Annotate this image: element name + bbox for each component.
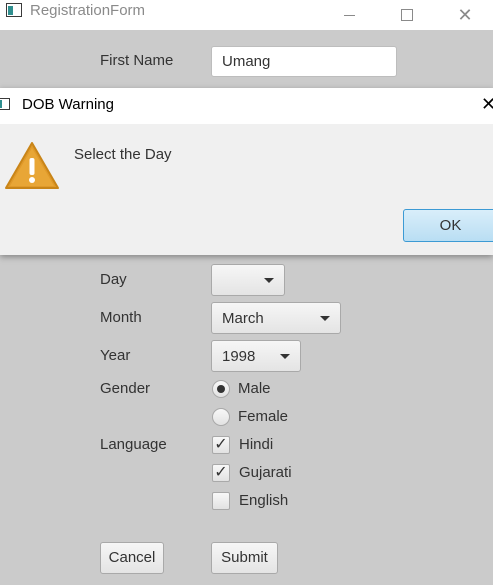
gender-male-radio[interactable]	[212, 380, 230, 398]
chevron-down-icon	[280, 354, 290, 359]
year-label: Year	[100, 347, 131, 364]
checkmark-icon: ✓	[214, 464, 228, 481]
minimize-button[interactable]	[326, 0, 372, 30]
minimize-icon	[343, 14, 355, 16]
year-dropdown-value: 1998	[222, 348, 256, 365]
english-checkbox[interactable]	[212, 492, 230, 510]
warning-icon	[5, 142, 59, 189]
day-label: Day	[100, 271, 127, 288]
hindi-checkbox[interactable]: ✓	[212, 436, 230, 454]
first-name-label: First Name	[100, 52, 174, 69]
close-button[interactable]: ✕	[442, 0, 488, 30]
first-name-input[interactable]: Umang	[211, 46, 397, 77]
hindi-label: Hindi	[239, 436, 274, 453]
chevron-down-icon	[264, 278, 274, 283]
dialog-app-icon	[0, 98, 10, 110]
ok-button[interactable]: OK	[403, 209, 493, 242]
checkmark-icon: ✓	[214, 436, 228, 453]
year-dropdown[interactable]: 1998	[211, 340, 301, 372]
gujarati-label: Gujarati	[239, 464, 292, 481]
chevron-down-icon	[320, 316, 330, 321]
dialog-close-icon[interactable]: ✕	[481, 94, 493, 115]
language-label: Language	[100, 436, 167, 453]
day-dropdown[interactable]	[211, 264, 285, 296]
dob-warning-dialog: DOB Warning ✕ Select the Day OK	[0, 88, 493, 255]
dialog-titlebar: DOB Warning ✕	[0, 88, 493, 124]
cancel-button[interactable]: Cancel	[100, 542, 164, 574]
month-label: Month	[100, 309, 142, 326]
maximize-button[interactable]	[384, 0, 430, 30]
gender-female-radio[interactable]	[212, 408, 230, 426]
gender-label: Gender	[100, 380, 151, 397]
app-icon	[6, 3, 22, 17]
gender-male-label: Male	[238, 380, 271, 397]
english-label: English	[239, 492, 289, 509]
window-titlebar: RegistrationForm ✕	[0, 0, 493, 30]
month-dropdown-value: March	[222, 310, 264, 327]
dialog-title: DOB Warning	[22, 96, 114, 113]
gender-female-label: Female	[238, 408, 289, 425]
close-icon: ✕	[457, 5, 473, 25]
gujarati-checkbox[interactable]: ✓	[212, 464, 230, 482]
window-title: RegistrationForm	[30, 2, 146, 19]
maximize-icon	[401, 9, 413, 21]
dialog-message: Select the Day	[74, 146, 172, 163]
month-dropdown[interactable]: March	[211, 302, 341, 334]
submit-button[interactable]: Submit	[211, 542, 278, 574]
